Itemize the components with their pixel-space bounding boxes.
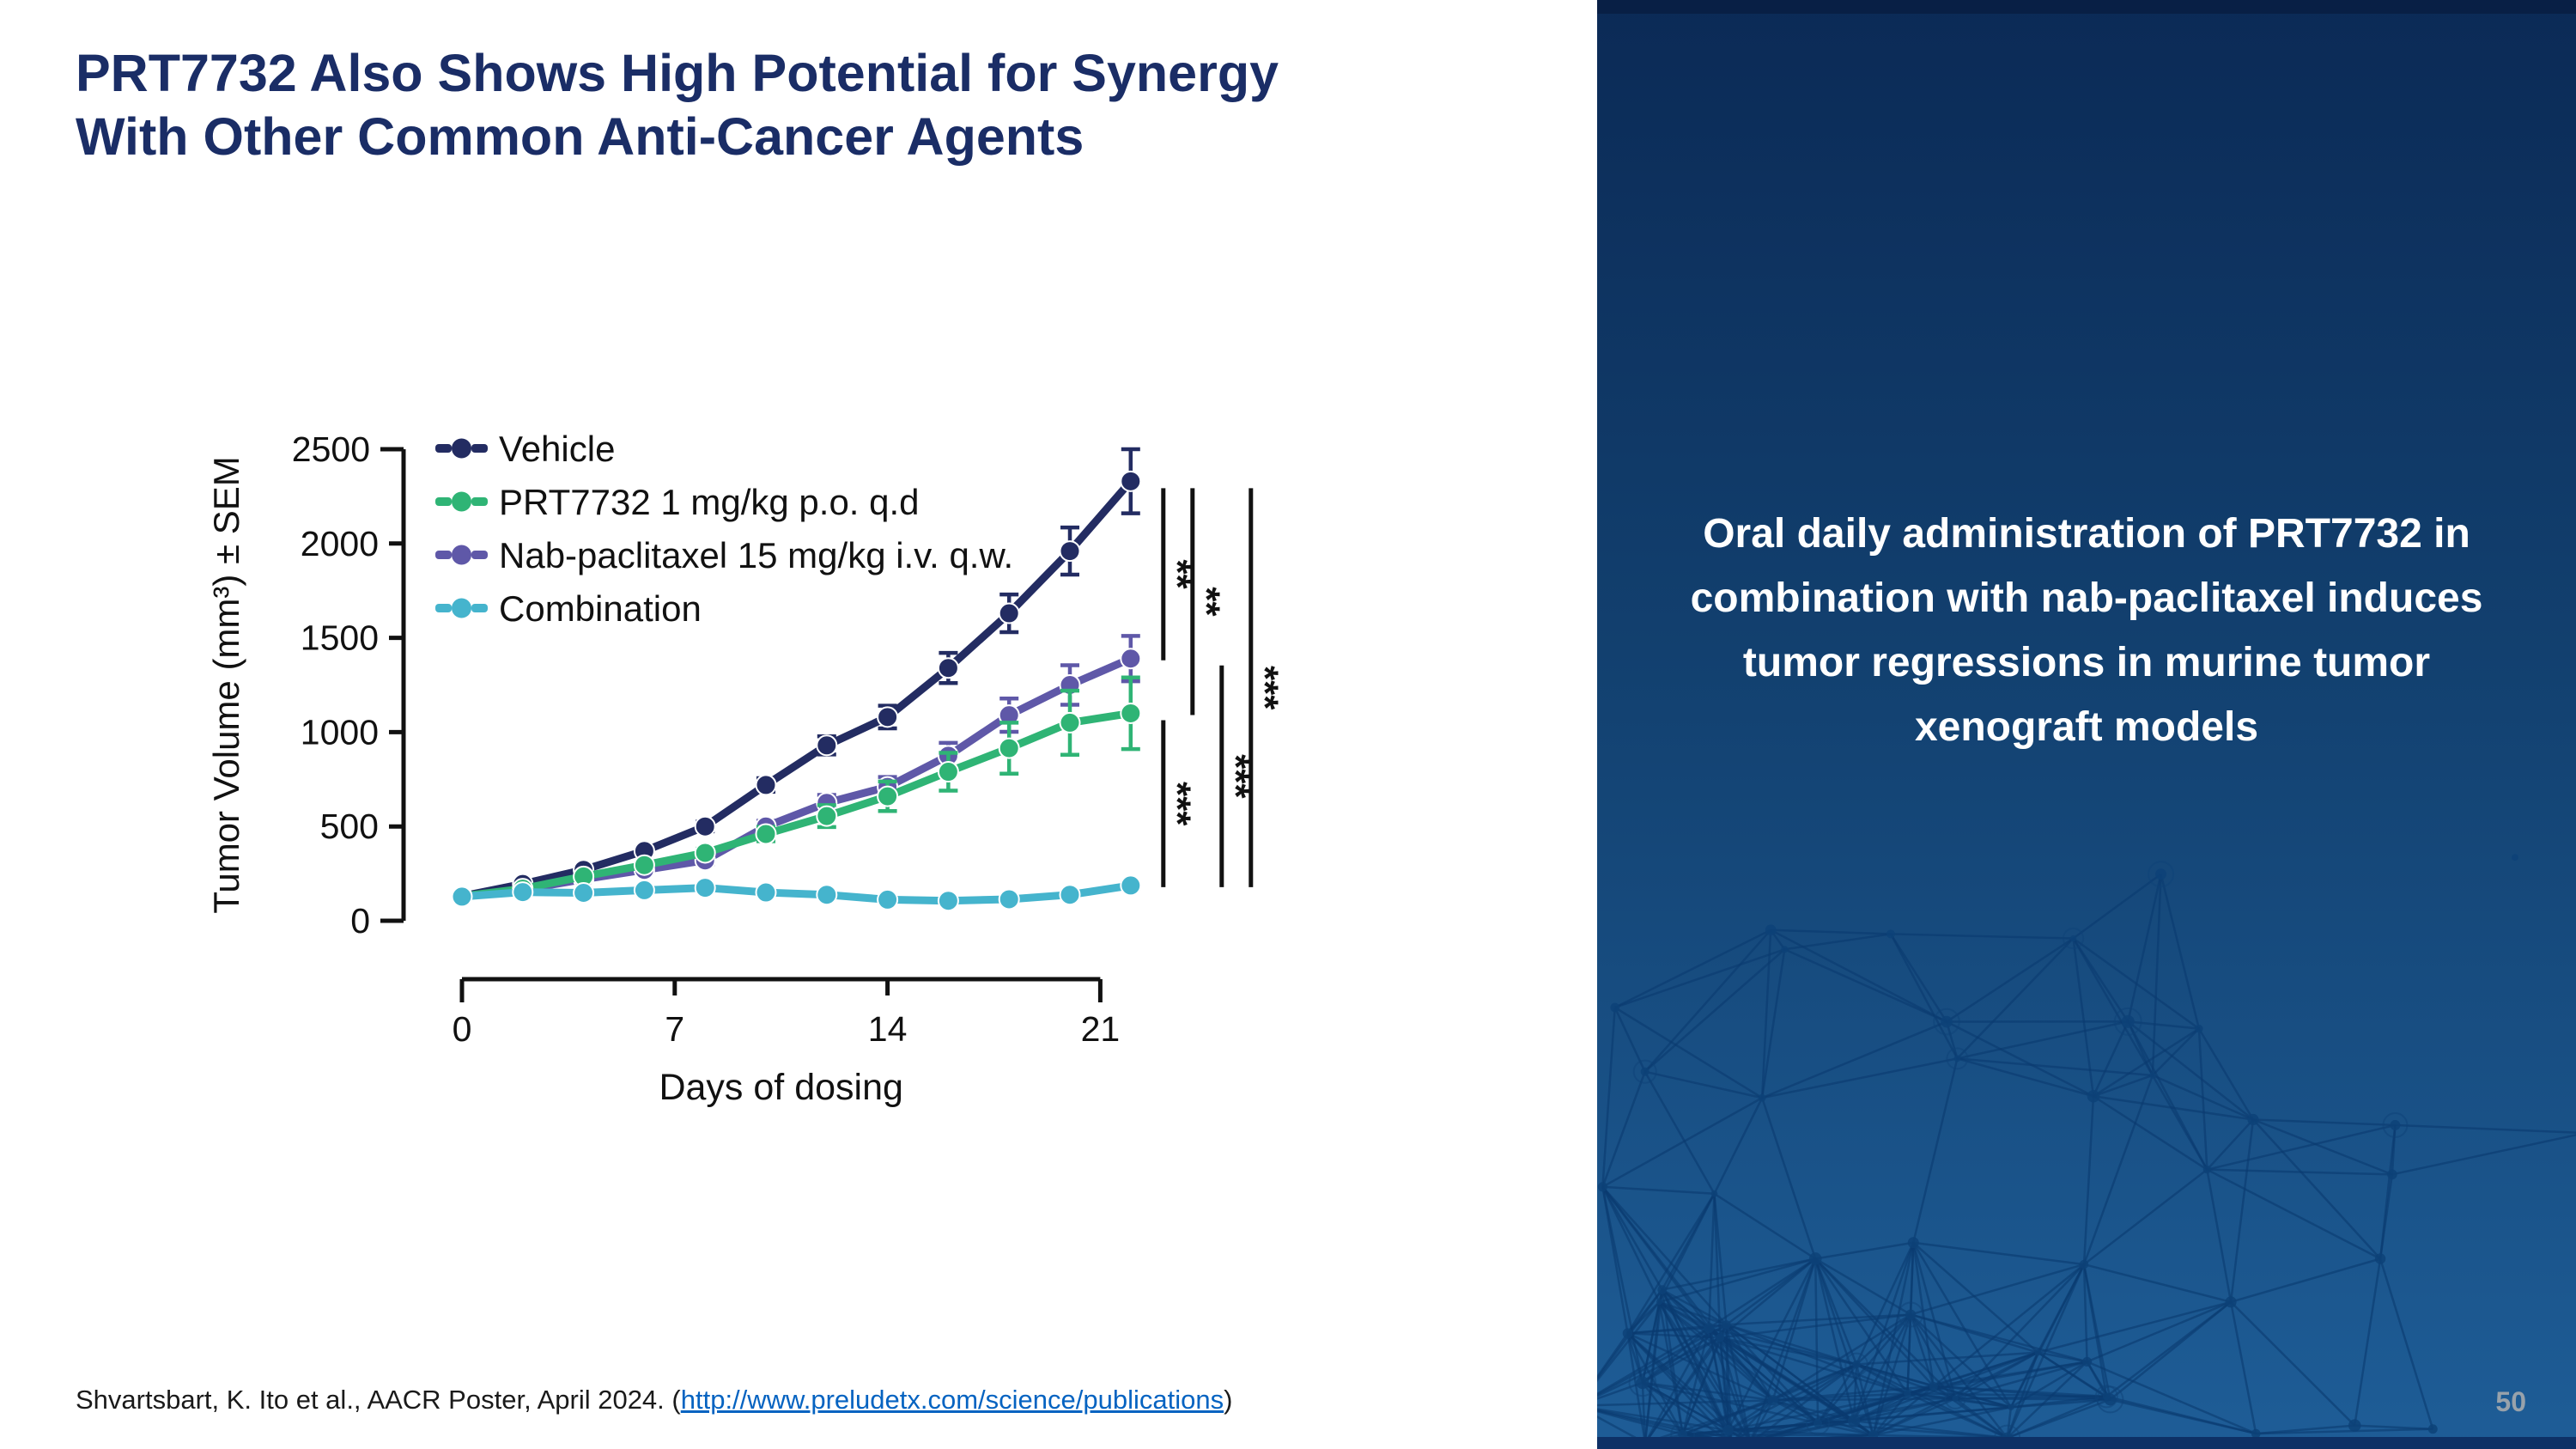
tumor-growth-chart: 0 500 1000 1500 2000 2500 Tumor Volume (mm³) ±… bbox=[197, 387, 1357, 1142]
legend-dash-icon bbox=[471, 497, 488, 506]
legend-dash-icon bbox=[435, 604, 452, 612]
x-tick-label: 0 bbox=[453, 1009, 472, 1049]
data-point bbox=[817, 885, 836, 904]
data-point bbox=[939, 891, 958, 910]
citation: Shvartsbart, K. Ito et al., AACR Poster,… bbox=[76, 1385, 1232, 1416]
legend-item: Nab-paclitaxel 15 mg/kg i.v. q.w. bbox=[435, 535, 1013, 575]
x-axis-label: Days of dosing bbox=[659, 1067, 902, 1108]
y-tick-label: 0 bbox=[350, 901, 370, 941]
legend-item: Vehicle bbox=[435, 429, 615, 469]
data-point bbox=[999, 739, 1019, 758]
data-point bbox=[756, 775, 776, 795]
citation-suffix: ) bbox=[1224, 1385, 1232, 1415]
legend-label: Combination bbox=[499, 588, 702, 629]
legend-dot-icon bbox=[452, 492, 471, 512]
data-point bbox=[1121, 875, 1140, 895]
page-number: 50 bbox=[2495, 1386, 2526, 1418]
legend: Vehicle PRT7732 1 mg/kg p.o. q.d Nab-pacli… bbox=[435, 429, 1013, 629]
data-point bbox=[756, 883, 776, 903]
y-tick-label: 500 bbox=[320, 807, 379, 846]
data-point bbox=[696, 878, 715, 898]
legend-dash-icon bbox=[471, 604, 488, 612]
legend-dash-icon bbox=[471, 444, 488, 453]
legend-item: Combination bbox=[435, 588, 702, 629]
right-panel: Oral daily administration of PRT7732 in … bbox=[1597, 0, 2576, 1449]
data-point bbox=[1060, 541, 1080, 561]
significance-label: *** bbox=[1156, 782, 1198, 826]
y-axis: 0 500 1000 1500 2000 2500 bbox=[292, 429, 404, 941]
data-point bbox=[696, 817, 715, 837]
legend-dash-icon bbox=[471, 551, 488, 559]
slide-canvas: PRT7732 Also Shows High Potential for Sy… bbox=[0, 0, 2576, 1449]
series-line bbox=[462, 886, 1131, 901]
data-point bbox=[1121, 472, 1140, 491]
data-point bbox=[1060, 713, 1080, 733]
y-tick-label: 2000 bbox=[301, 524, 379, 563]
data-point bbox=[999, 889, 1019, 909]
series-line bbox=[462, 659, 1131, 897]
panel-headline: Oral daily administration of PRT7732 in … bbox=[1649, 502, 2524, 760]
legend-dash-icon bbox=[435, 497, 452, 506]
citation-text: Shvartsbart, K. Ito et al., AACR Poster,… bbox=[76, 1385, 681, 1415]
data-point bbox=[635, 855, 654, 875]
significance-label: *** bbox=[1243, 666, 1285, 710]
data-point bbox=[939, 658, 958, 678]
data-point bbox=[878, 787, 897, 807]
data-point bbox=[1121, 648, 1140, 668]
data-point bbox=[1121, 703, 1140, 723]
significance-label: *** bbox=[1214, 754, 1256, 799]
legend-item: PRT7732 1 mg/kg p.o. q.d bbox=[435, 482, 920, 522]
data-point bbox=[878, 890, 897, 910]
x-tick-label: 7 bbox=[665, 1009, 684, 1049]
significance-label: ** bbox=[1185, 587, 1227, 617]
data-point bbox=[817, 807, 836, 826]
series-prt7732-1-mg-kg-p-o-q-d bbox=[453, 678, 1141, 906]
y-tick-label: 2500 bbox=[292, 429, 370, 469]
data-point bbox=[878, 707, 897, 727]
legend-dash-icon bbox=[435, 444, 452, 453]
page-title: PRT7732 Also Shows High Potential for Sy… bbox=[76, 41, 1279, 169]
data-point bbox=[939, 762, 958, 782]
data-point bbox=[999, 604, 1019, 624]
data-point bbox=[513, 882, 532, 902]
y-axis-label: Tumor Volume (mm³) ± SEM bbox=[206, 456, 246, 914]
x-tick-label: 14 bbox=[868, 1009, 908, 1049]
citation-link[interactable]: http://www.preludetx.com/science/publica… bbox=[681, 1385, 1224, 1415]
legend-dot-icon bbox=[452, 599, 471, 618]
series-nab-paclitaxel-15-mg-kg-i-v-q-w bbox=[453, 636, 1141, 906]
data-point bbox=[696, 843, 715, 862]
significance-bracket: *** bbox=[1156, 720, 1198, 886]
panel-top-strip bbox=[1597, 0, 2576, 14]
data-point bbox=[453, 886, 472, 906]
data-point bbox=[1060, 885, 1080, 904]
data-point bbox=[817, 735, 836, 755]
legend-label: Nab-paclitaxel 15 mg/kg i.v. q.w. bbox=[499, 535, 1013, 575]
legend-dash-icon bbox=[435, 551, 452, 559]
significance-bracket: *** bbox=[1243, 488, 1285, 887]
legend-label: PRT7732 1 mg/kg p.o. q.d bbox=[499, 482, 920, 522]
data-point bbox=[574, 883, 593, 903]
chart-svg: 0 500 1000 1500 2000 2500 Tumor Volume (mm³) ±… bbox=[197, 387, 1357, 1142]
panel-bottom-strip bbox=[1597, 1437, 2576, 1449]
x-tick-label: 21 bbox=[1081, 1009, 1121, 1049]
y-tick-label: 1500 bbox=[301, 618, 379, 658]
series-line bbox=[462, 713, 1131, 896]
legend-dot-icon bbox=[452, 545, 471, 565]
x-axis: 0 7 14 21 bbox=[453, 979, 1121, 1049]
legend-dot-icon bbox=[452, 439, 471, 459]
legend-label: Vehicle bbox=[499, 429, 615, 469]
y-tick-label: 1000 bbox=[301, 712, 379, 752]
data-point bbox=[635, 880, 654, 900]
data-point bbox=[756, 824, 776, 843]
